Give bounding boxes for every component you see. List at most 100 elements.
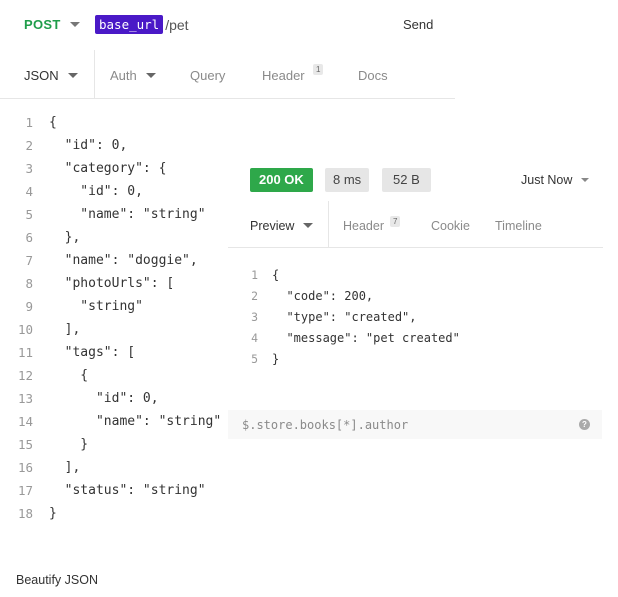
code-line: 9 "string" bbox=[0, 299, 240, 322]
line-number: 1 bbox=[251, 268, 258, 282]
code-text: "code": 200, bbox=[272, 289, 374, 303]
line-number: 16 bbox=[17, 460, 33, 475]
code-text: }, bbox=[49, 230, 81, 245]
line-number: 3 bbox=[25, 161, 33, 176]
code-text: { bbox=[272, 268, 280, 282]
request-tabs: JSON Auth Query Header 1 Docs bbox=[0, 50, 455, 99]
line-number: 15 bbox=[17, 437, 33, 452]
tab-auth[interactable]: Auth bbox=[110, 68, 156, 83]
code-line: 3 "category": { bbox=[0, 161, 240, 184]
code-text: "string" bbox=[49, 299, 143, 314]
line-number: 2 bbox=[25, 138, 33, 153]
code-text: "id": 0, bbox=[49, 391, 159, 406]
line-number: 1 bbox=[25, 115, 33, 130]
code-line: 11 "tags": [ bbox=[0, 345, 240, 368]
chevron-down-icon bbox=[303, 223, 314, 228]
line-number: 11 bbox=[17, 345, 33, 360]
chevron-down-icon bbox=[581, 178, 590, 182]
line-number: 4 bbox=[25, 184, 33, 199]
code-text: "id": 0, bbox=[49, 184, 143, 199]
tab-response-header[interactable]: Header bbox=[343, 219, 384, 233]
line-number: 13 bbox=[17, 391, 33, 406]
code-text: "status": "string" bbox=[49, 483, 206, 498]
code-text: } bbox=[49, 506, 57, 521]
line-number: 18 bbox=[17, 506, 33, 521]
tab-body-json[interactable]: JSON bbox=[24, 68, 78, 83]
code-text: "name": "string" bbox=[49, 207, 206, 222]
tab-query[interactable]: Query bbox=[190, 68, 225, 83]
header-count-badge: 1 bbox=[313, 64, 324, 75]
response-size-badge: 52 B bbox=[382, 168, 431, 192]
tab-divider bbox=[94, 50, 95, 99]
code-line: 3 "type": "created", bbox=[228, 310, 588, 331]
line-number: 6 bbox=[25, 230, 33, 245]
line-number: 9 bbox=[25, 299, 33, 314]
code-line: 5} bbox=[228, 352, 588, 373]
response-filter-input[interactable]: $.store.books[*].author ? bbox=[228, 410, 602, 439]
code-text: { bbox=[49, 115, 57, 130]
code-line: 1{ bbox=[228, 268, 588, 289]
chevron-down-icon bbox=[67, 73, 78, 78]
code-line: 4 "id": 0, bbox=[0, 184, 240, 207]
code-text: ], bbox=[49, 460, 81, 475]
code-text: "type": "created", bbox=[272, 310, 417, 324]
tab-label: Auth bbox=[110, 68, 137, 83]
tab-header[interactable]: Header bbox=[262, 68, 305, 83]
code-line: 1{ bbox=[0, 115, 240, 138]
code-line: 15 } bbox=[0, 437, 240, 460]
url-bar: POST base_url /pet Send bbox=[0, 0, 618, 50]
code-line: 4 "message": "pet created" bbox=[228, 331, 588, 352]
line-number: 2 bbox=[251, 289, 258, 303]
code-text: } bbox=[272, 352, 280, 366]
response-tabs: Preview Header 7 Cookie Timeline bbox=[228, 201, 603, 248]
status-badge: 200 OK bbox=[250, 168, 313, 192]
beautify-json-button[interactable]: Beautify JSON bbox=[16, 573, 98, 587]
code-text: "name": "doggie", bbox=[49, 253, 198, 268]
code-text: "photoUrls": [ bbox=[49, 276, 175, 291]
url-variable-tag[interactable]: base_url bbox=[95, 15, 164, 34]
tab-divider bbox=[328, 201, 329, 248]
line-number: 12 bbox=[17, 368, 33, 383]
response-time-badge: 8 ms bbox=[325, 168, 370, 192]
chevron-down-icon bbox=[145, 73, 156, 78]
code-text: "category": { bbox=[49, 161, 167, 176]
chevron-down-icon[interactable] bbox=[70, 22, 80, 27]
tab-docs[interactable]: Docs bbox=[358, 68, 388, 83]
code-line: 2 "code": 200, bbox=[228, 289, 588, 310]
code-text: { bbox=[49, 368, 89, 383]
code-line: 12 { bbox=[0, 368, 240, 391]
url-input[interactable]: base_url /pet bbox=[95, 14, 189, 35]
line-number: 3 bbox=[251, 310, 258, 324]
method-selector[interactable]: POST bbox=[24, 17, 61, 32]
send-button[interactable]: Send bbox=[403, 17, 433, 32]
code-line: 16 ], bbox=[0, 460, 240, 483]
code-text: "message": "pet created" bbox=[272, 331, 460, 345]
code-line: 10 ], bbox=[0, 322, 240, 345]
tab-timeline[interactable]: Timeline bbox=[495, 219, 542, 233]
line-number: 10 bbox=[17, 322, 33, 337]
code-text: ], bbox=[49, 322, 81, 337]
code-line: 2 "id": 0, bbox=[0, 138, 240, 161]
question-circle-icon[interactable]: ? bbox=[579, 419, 590, 430]
code-text: } bbox=[49, 437, 89, 452]
url-path[interactable]: /pet bbox=[165, 17, 188, 33]
line-number: 7 bbox=[25, 253, 33, 268]
line-number: 5 bbox=[25, 207, 33, 222]
code-text: "id": 0, bbox=[49, 138, 128, 153]
code-line: 17 "status": "string" bbox=[0, 483, 240, 506]
line-number: 14 bbox=[17, 414, 33, 429]
code-line: 18} bbox=[0, 506, 240, 529]
code-line: 5 "name": "string" bbox=[0, 207, 240, 230]
history-label: Just Now bbox=[521, 173, 573, 187]
tab-cookie[interactable]: Cookie bbox=[431, 219, 470, 233]
tab-preview[interactable]: Preview bbox=[250, 219, 314, 233]
code-line: 13 "id": 0, bbox=[0, 391, 240, 414]
code-line: 7 "name": "doggie", bbox=[0, 253, 240, 276]
response-history-dropdown[interactable]: Just Now bbox=[521, 173, 590, 187]
filter-placeholder[interactable]: $.store.books[*].author bbox=[242, 418, 408, 432]
line-number: 8 bbox=[25, 276, 33, 291]
code-line: 14 "name": "string" bbox=[0, 414, 240, 437]
code-text: "name": "string" bbox=[49, 414, 222, 429]
line-number: 4 bbox=[251, 331, 258, 345]
tab-label: JSON bbox=[24, 68, 59, 83]
